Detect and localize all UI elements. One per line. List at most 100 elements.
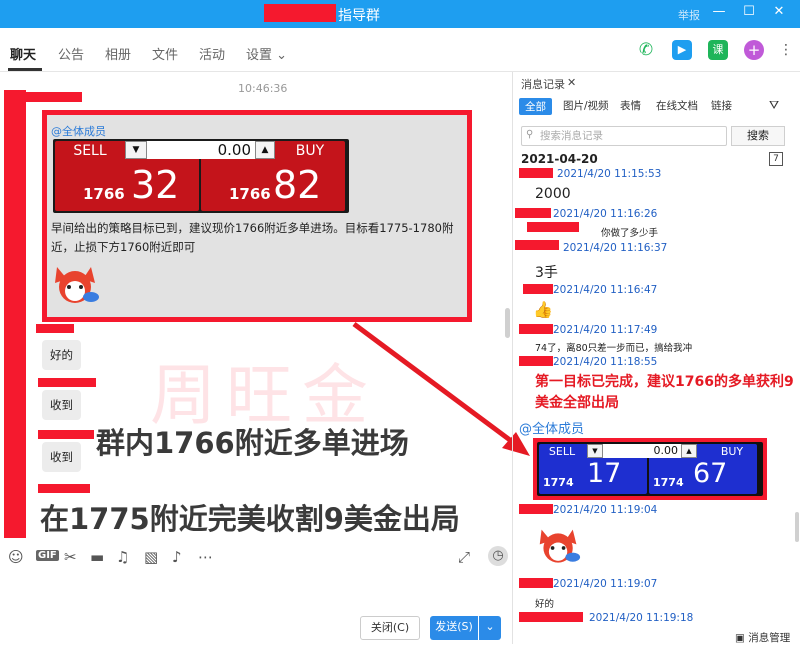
- folder-icon[interactable]: ▬: [90, 548, 104, 566]
- buy-price-pips: 67: [693, 458, 728, 489]
- history-time: 2021/4/20 11:16:47: [553, 284, 658, 296]
- tab-announcement[interactable]: 公告: [58, 44, 84, 63]
- music-icon[interactable]: ♫: [116, 548, 129, 566]
- redacted-group-name: [264, 4, 336, 22]
- mention-all: @全体成员: [51, 125, 106, 138]
- redacted-sender: [515, 208, 551, 218]
- report-link[interactable]: 举报: [678, 7, 700, 23]
- expand-icon[interactable]: ⤢: [458, 548, 470, 566]
- redacted-sender: [519, 612, 583, 622]
- tab-album[interactable]: 相册: [105, 44, 131, 63]
- calendar-icon[interactable]: 7: [769, 152, 783, 166]
- redacted-sender: [38, 378, 96, 387]
- quantity-increase-button[interactable]: ▲: [681, 444, 697, 458]
- message-timestamp: 10:46:36: [238, 82, 288, 95]
- quantity-decrease-button[interactable]: ▼: [587, 444, 603, 458]
- input-area[interactable]: 关闭(C) 发送(S) ⌄: [0, 580, 512, 644]
- close-button[interactable]: 关闭(C): [360, 616, 420, 640]
- fox-sticker: [51, 263, 101, 311]
- tab-files[interactable]: 文件: [152, 44, 178, 63]
- history-search-button[interactable]: 搜索: [731, 126, 785, 146]
- history-time: 2021/4/20 11:17:49: [553, 324, 658, 336]
- filter-links[interactable]: 链接: [711, 98, 732, 113]
- strategy-message-bubble: @全体成员 SELL 1766 32 BUY 1766 82 ▼ 0.00 ▲ …: [42, 110, 472, 322]
- quantity-input[interactable]: 0.00: [147, 141, 255, 159]
- trade-widget: SELL 1766 32 BUY 1766 82 ▼ 0.00 ▲: [53, 139, 349, 213]
- history-time: 2021/4/20 11:19:07: [553, 578, 658, 590]
- history-date: 2021-04-20: [521, 152, 598, 166]
- manage-icon: ▣: [735, 632, 749, 644]
- reply-bubble: 好的: [42, 340, 81, 370]
- history-mention-all: @全体成员: [519, 422, 585, 437]
- reply-bubble: 收到: [42, 390, 81, 420]
- buy-price-base: 1766: [229, 185, 271, 203]
- history-close-icon[interactable]: ✕: [567, 76, 576, 89]
- history-title: 消息记录: [521, 78, 565, 91]
- active-tab-indicator: [8, 68, 42, 71]
- redacted-sender: [519, 356, 553, 366]
- send-options-dropdown[interactable]: ⌄: [479, 616, 501, 640]
- history-search-input[interactable]: 搜索消息记录: [521, 126, 727, 146]
- reply-bubble: 收到: [42, 442, 81, 472]
- history-text: 好的: [535, 599, 555, 610]
- scissors-icon[interactable]: ✂: [64, 548, 77, 566]
- sell-label: SELL: [548, 445, 576, 458]
- chat-area: 10:46:36 @全体成员 SELL 1766 32 BUY 1766 82 …: [0, 72, 512, 540]
- filter-stickers[interactable]: 表情: [620, 98, 641, 113]
- sell-price-pips: 32: [131, 163, 180, 207]
- history-text: 3手: [535, 265, 558, 281]
- input-toolbar: ☺ GIF ✂ ▬ ♫ ▧ ♪ ⋯ ⤢ ◷: [0, 540, 512, 580]
- buy-price-pips: 82: [273, 163, 322, 207]
- minimize-button[interactable]: —: [710, 4, 728, 19]
- red-arrow: [352, 321, 530, 456]
- maximize-button[interactable]: ☐: [740, 4, 758, 19]
- target-complete-callout: 第一目标已完成，建议1766的多单获利9美金全部出局: [535, 374, 794, 411]
- redacted-sender: [527, 222, 579, 232]
- group-tabs: 聊天 公告 相册 文件 活动 设置 ⌄ ✆ ▶ 课 + ⋮: [0, 28, 800, 72]
- trade-widget-history: SELL 1774 17 BUY 1774 67 ▼ 0.00 ▲: [533, 438, 767, 500]
- video-call-icon[interactable]: ▶: [672, 40, 692, 60]
- history-text: 你做了多少手: [601, 228, 659, 239]
- send-button[interactable]: 发送(S): [430, 616, 478, 640]
- history-time: 2021/4/20 11:16:37: [563, 242, 668, 254]
- tab-settings[interactable]: 设置 ⌄: [246, 44, 287, 63]
- history-text: 74了，离80只差一步而已，搞给我冲: [535, 343, 693, 354]
- history-time: 2021/4/20 11:18:55: [553, 356, 658, 368]
- gif-icon[interactable]: GIF: [36, 550, 59, 561]
- voice-call-icon[interactable]: ✆: [636, 40, 656, 60]
- add-app-icon[interactable]: +: [744, 40, 764, 60]
- history-scrollbar[interactable]: [795, 512, 799, 542]
- redacted-sender: [523, 284, 553, 294]
- filter-all[interactable]: 全部: [519, 98, 552, 115]
- bell-icon[interactable]: ♪: [172, 548, 182, 566]
- filter-docs[interactable]: 在线文档: [656, 98, 698, 113]
- more-tools-icon[interactable]: ⋯: [198, 548, 213, 566]
- clock-icon[interactable]: ◷: [488, 546, 508, 566]
- thumbs-up-sticker: 👍: [533, 300, 553, 319]
- strategy-message-text: 早间给出的策略目标已到，建议现价1766附近多单进场。目标看1775-1780附…: [51, 221, 454, 254]
- tab-activities[interactable]: 活动: [199, 44, 225, 63]
- quantity-decrease-button[interactable]: ▼: [125, 141, 147, 159]
- message-manager-link[interactable]: ▣ 消息管理: [735, 630, 790, 645]
- history-text: 2000: [535, 186, 571, 202]
- close-window-button[interactable]: ✕: [770, 4, 788, 19]
- window-title: 指导群: [338, 8, 380, 24]
- redacted-sender: [36, 324, 74, 333]
- history-panel: 消息记录 ✕ 全部 图片/视频 表情 在线文档 链接 ⛛ 搜索消息记录 ⚲ 搜索…: [513, 72, 800, 644]
- history-time: 2021/4/20 11:15:53: [557, 168, 662, 180]
- title-bar: 指导群 举报 — ☐ ✕: [0, 0, 800, 28]
- more-icon[interactable]: ⋮: [776, 40, 796, 60]
- redacted-sender: [519, 504, 553, 514]
- emoji-icon[interactable]: ☺: [8, 548, 24, 566]
- redacted-avatar-column: [4, 90, 26, 538]
- filter-media[interactable]: 图片/视频: [563, 98, 609, 113]
- redacted-sender: [519, 324, 553, 334]
- classroom-icon[interactable]: 课: [708, 40, 728, 60]
- image-icon[interactable]: ▧: [144, 548, 158, 566]
- tab-chat[interactable]: 聊天: [10, 44, 36, 63]
- filter-icon[interactable]: ⛛: [769, 98, 779, 113]
- redacted-sender: [38, 484, 90, 493]
- quantity-input[interactable]: 0.00: [603, 444, 681, 458]
- quantity-increase-button[interactable]: ▲: [255, 141, 275, 159]
- message-manager-label: 消息管理: [748, 632, 791, 644]
